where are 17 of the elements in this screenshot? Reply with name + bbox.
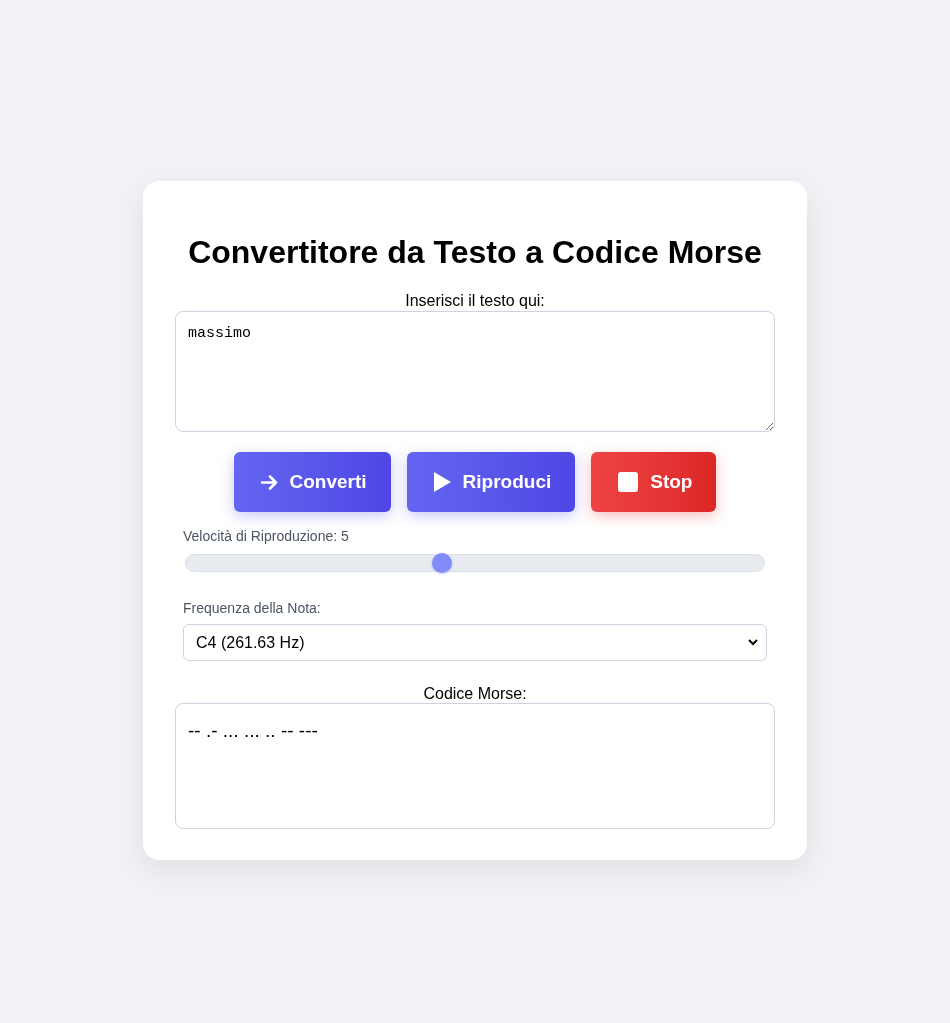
morse-output-field: -- .- ... ... .. -- --- (175, 703, 775, 829)
output-label: Codice Morse: (422, 685, 528, 703)
input-label: Inserisci il testo qui: (404, 292, 546, 310)
speed-label: Velocità di Riproduzione: 5 (183, 528, 350, 544)
slider-thumb[interactable] (431, 553, 452, 573)
convert-button[interactable]: Converti (233, 452, 391, 512)
text-input-field[interactable]: massimo (175, 311, 775, 432)
stop-button[interactable]: Stop (591, 452, 717, 512)
play-icon (433, 472, 451, 492)
play-button[interactable]: Riproduci (406, 452, 576, 512)
frequency-label: Frequenza della Nota: (183, 600, 322, 616)
page-title: Convertitore da Testo a Codice Morse (187, 234, 763, 271)
speed-slider-track[interactable] (185, 554, 765, 572)
arrow-right-icon (260, 474, 278, 490)
stop-icon (618, 472, 639, 492)
note-select[interactable]: C4 (261.63 Hz) (183, 624, 767, 661)
chevron-down-icon (748, 639, 758, 646)
